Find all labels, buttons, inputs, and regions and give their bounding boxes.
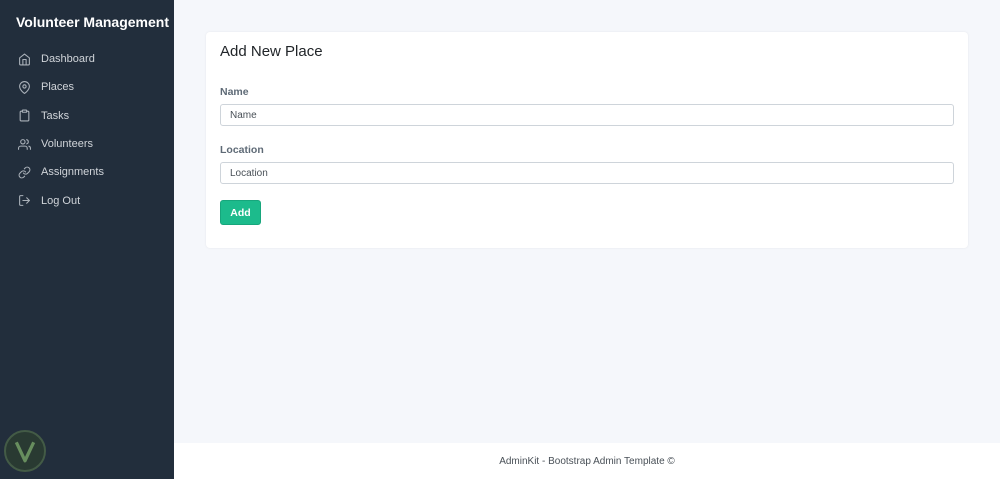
sidebar-item-label: Places [41, 81, 75, 94]
sidebar-item-label: Assignments [41, 166, 104, 179]
add-place-card: Add New Place Name Location Add [206, 32, 968, 248]
location-input[interactable] [220, 162, 954, 184]
name-label: Name [220, 86, 249, 98]
watermark-v-icon [14, 441, 36, 463]
sidebar-nav: Dashboard Places Tasks Volunteers Assign… [0, 45, 174, 215]
watermark-logo [4, 430, 46, 472]
log-out-icon [19, 195, 30, 207]
link-icon [18, 166, 31, 179]
sidebar-item-label: Volunteers [41, 138, 93, 151]
map-pin-icon [19, 81, 30, 94]
clipboard-icon [19, 109, 30, 122]
sidebar-item-volunteers[interactable]: Volunteers [0, 130, 174, 158]
card-title: Add New Place [220, 43, 323, 60]
sidebar-item-tasks[interactable]: Tasks [0, 102, 174, 130]
sidebar-item-label: Tasks [41, 109, 70, 122]
sidebar: Volunteer Management Dashboard Places Ta… [0, 0, 174, 479]
home-icon [19, 53, 30, 66]
footer-text: AdminKit - Bootstrap Admin Template © [499, 455, 675, 467]
sidebar-item-places[interactable]: Places [0, 73, 174, 101]
sidebar-item-label: Dashboard [41, 53, 95, 66]
name-input[interactable] [220, 104, 954, 126]
brand-title[interactable]: Volunteer Management [16, 14, 169, 30]
users-icon [18, 138, 31, 150]
sidebar-item-label: Log Out [41, 194, 81, 207]
sidebar-item-assignments[interactable]: Assignments [0, 158, 174, 186]
add-button[interactable]: Add [220, 200, 261, 225]
main-content: Add New Place Name Location Add [174, 0, 1000, 443]
location-label: Location [220, 144, 264, 156]
sidebar-item-log-out[interactable]: Log Out [0, 186, 174, 214]
footer: AdminKit - Bootstrap Admin Template © [174, 443, 1000, 479]
sidebar-item-dashboard[interactable]: Dashboard [0, 45, 174, 73]
